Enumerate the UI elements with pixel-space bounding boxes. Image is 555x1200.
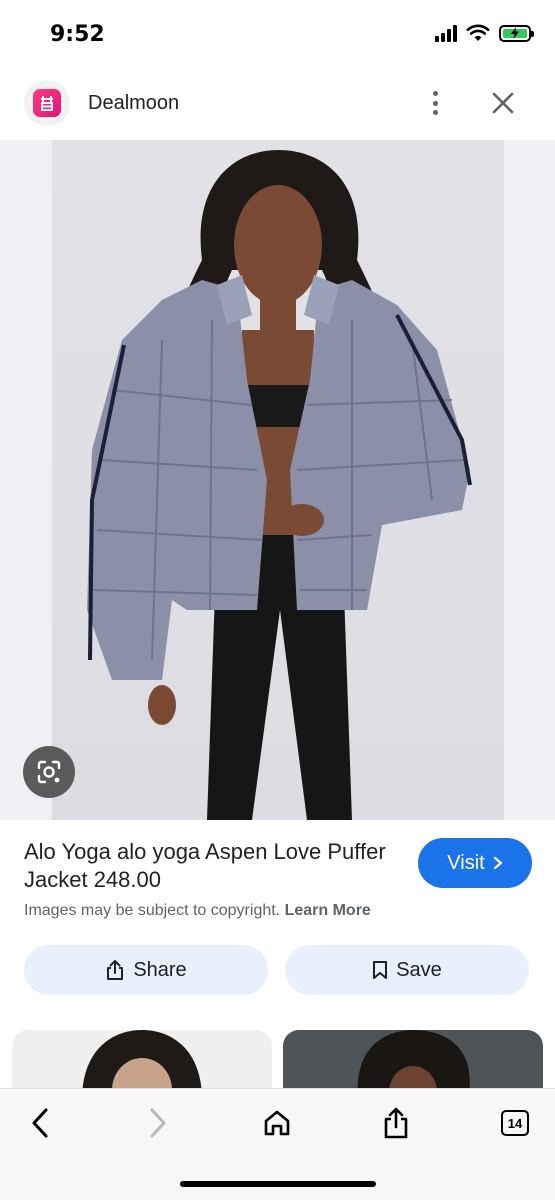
close-icon[interactable] xyxy=(488,88,518,118)
tabs-button[interactable]: 14 xyxy=(495,1103,535,1143)
home-indicator xyxy=(180,1181,376,1187)
site-logo[interactable] xyxy=(24,80,70,126)
back-button[interactable] xyxy=(20,1103,60,1143)
share-icon xyxy=(107,960,124,980)
wifi-icon xyxy=(466,24,490,41)
battery-charging-icon xyxy=(499,24,534,42)
lens-icon xyxy=(37,760,61,784)
home-icon xyxy=(264,1110,290,1136)
share-page-button[interactable] xyxy=(376,1103,416,1143)
chevron-right-icon xyxy=(150,1108,166,1138)
product-title[interactable]: Alo Yoga alo yoga Aspen Love Puffer Jack… xyxy=(24,838,394,894)
share-label: Share xyxy=(133,958,187,981)
status-icons xyxy=(435,24,534,42)
share-button[interactable]: Share xyxy=(24,945,268,995)
status-time: 9:52 xyxy=(50,22,105,47)
source-header: Dealmoon xyxy=(0,74,555,134)
product-image[interactable] xyxy=(52,140,504,820)
visit-button[interactable]: Visit xyxy=(418,838,532,888)
bookmark-icon xyxy=(373,961,388,979)
more-options-button[interactable] xyxy=(422,88,448,118)
status-bar: 9:52 xyxy=(0,0,555,70)
chevron-left-icon xyxy=(32,1108,48,1138)
forward-button[interactable] xyxy=(138,1103,178,1143)
visit-label: Visit xyxy=(447,851,485,874)
image-preview-area xyxy=(0,140,555,820)
learn-more-link[interactable]: Learn More xyxy=(285,902,371,919)
save-label: Save xyxy=(396,958,442,981)
chevron-right-icon xyxy=(493,856,502,870)
copyright-notice: Images may be subject to copyright. Lear… xyxy=(24,902,371,920)
home-button[interactable] xyxy=(257,1103,297,1143)
save-button[interactable]: Save xyxy=(285,945,529,995)
tab-count: 14 xyxy=(501,1110,529,1136)
lens-search-button[interactable] xyxy=(23,746,75,798)
copyright-text: Images may be subject to copyright. xyxy=(24,902,281,919)
share-icon xyxy=(384,1107,408,1139)
site-name[interactable]: Dealmoon xyxy=(88,92,179,115)
cellular-signal-icon xyxy=(435,24,457,42)
dealmoon-logo-icon xyxy=(33,89,61,117)
